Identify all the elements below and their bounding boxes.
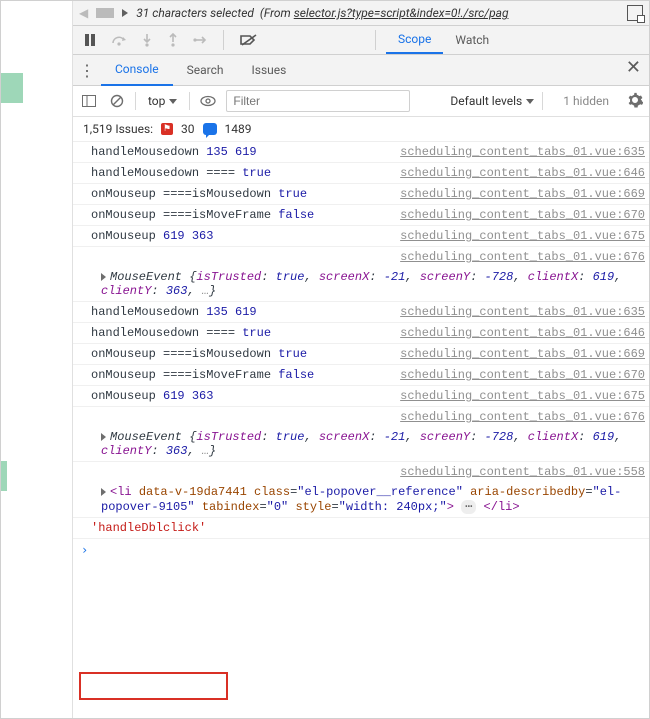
drawer-tabs: ⋮ Console Search Issues ✕ [73, 55, 649, 86]
ellipsis-icon[interactable]: ⋯ [461, 500, 476, 514]
expand-icon[interactable] [101, 488, 106, 496]
filter-input[interactable] [226, 90, 410, 112]
console-row[interactable]: onMouseup ====isMoveFrame falseschedulin… [73, 365, 649, 386]
gutter-highlight [1, 73, 23, 103]
pause-icon[interactable] [83, 33, 97, 47]
live-expression-icon[interactable] [198, 95, 218, 107]
source-link[interactable]: scheduling_content_tabs_01.vue:669 [394, 187, 645, 201]
console-row[interactable]: handleMousedown 135 619scheduling_conten… [73, 142, 649, 163]
chevron-down-icon [526, 99, 534, 104]
console-row[interactable]: MouseEvent {isTrusted: true, screenX: -2… [73, 267, 649, 302]
console-toolbar: top Default levels 1 hidden [73, 86, 649, 117]
deactivate-breakpoints-icon[interactable] [240, 33, 258, 47]
expand-icon[interactable] [101, 433, 106, 441]
tab-console[interactable]: Console [101, 54, 173, 86]
gear-icon[interactable] [627, 92, 643, 111]
gutter-highlight [1, 461, 7, 491]
console-row[interactable]: handleMousedown 135 619scheduling_conten… [73, 302, 649, 323]
panel-layout-icon[interactable] [627, 5, 643, 21]
console-row[interactable]: onMouseup ====isMousedown truescheduling… [73, 344, 649, 365]
source-link[interactable]: scheduling_content_tabs_01.vue:675 [394, 229, 645, 243]
source-link[interactable]: scheduling_content_tabs_01.vue:646 [394, 166, 645, 180]
chevron-right-icon[interactable] [122, 9, 128, 17]
chevron-down-icon [169, 99, 177, 104]
source-link[interactable]: selector.js?type=script&index=0!./src/pa… [294, 6, 509, 20]
console-row[interactable]: onMouseup 619 363scheduling_content_tabs… [73, 226, 649, 247]
chevron-left-icon[interactable]: ◀ [79, 6, 88, 20]
source-link[interactable]: scheduling_content_tabs_01.vue:635 [394, 305, 645, 319]
log-levels-selector[interactable]: Default levels [450, 94, 534, 108]
step-over-icon[interactable] [111, 33, 127, 47]
clear-console-icon[interactable] [107, 94, 127, 108]
source-link[interactable]: scheduling_content_tabs_01.vue:675 [394, 389, 645, 403]
issues-summary[interactable]: 1,519 Issues: ⚑ 30 1489 [73, 117, 649, 142]
source-link[interactable]: scheduling_content_tabs_01.vue:558 [394, 465, 645, 479]
console-row[interactable]: scheduling_content_tabs_01.vue:676 [73, 407, 649, 427]
sources-topbar: ◀ 31 characters selected (From selector.… [73, 1, 649, 26]
console-row[interactable]: onMouseup 619 363scheduling_content_tabs… [73, 386, 649, 407]
source-link[interactable]: scheduling_content_tabs_01.vue:676 [394, 250, 645, 264]
source-link[interactable]: scheduling_content_tabs_01.vue:676 [394, 410, 645, 424]
selection-status: 31 characters selected (From selector.js… [136, 6, 619, 20]
source-link[interactable]: scheduling_content_tabs_01.vue:670 [394, 208, 645, 222]
debugger-toolbar: Scope Watch [73, 26, 649, 55]
hidden-count[interactable]: 1 hidden [563, 94, 609, 108]
source-link[interactable]: scheduling_content_tabs_01.vue:635 [394, 145, 645, 159]
source-link[interactable]: scheduling_content_tabs_01.vue:646 [394, 326, 645, 340]
tab-search[interactable]: Search [173, 55, 238, 85]
console-row[interactable]: scheduling_content_tabs_01.vue:558 [73, 462, 649, 482]
console-row[interactable]: MouseEvent {isTrusted: true, screenX: -2… [73, 427, 649, 462]
sidebar-toggle-icon[interactable] [79, 95, 99, 107]
tab-stub [96, 8, 114, 18]
info-count: 1489 [225, 122, 252, 136]
step-out-icon[interactable] [167, 33, 179, 47]
expand-icon[interactable] [101, 273, 106, 281]
console-row[interactable]: onMouseup ====isMoveFrame falseschedulin… [73, 205, 649, 226]
more-tabs-icon[interactable]: ⋮ [73, 61, 101, 80]
console-row[interactable]: handleMousedown ==== truescheduling_cont… [73, 163, 649, 184]
scope-watch-tabs: Scope Watch [386, 26, 501, 54]
execution-context-selector[interactable]: top [144, 94, 181, 108]
console-messages[interactable]: handleMousedown 135 619scheduling_conten… [73, 142, 649, 718]
console-prompt[interactable]: › [73, 539, 649, 561]
close-drawer-icon[interactable]: ✕ [626, 59, 641, 77]
issues-label: 1,519 Issues: [83, 122, 153, 136]
error-count: 30 [181, 122, 195, 136]
error-flag-icon: ⚑ [161, 123, 173, 135]
step-into-icon[interactable] [141, 33, 153, 47]
source-link[interactable]: scheduling_content_tabs_01.vue:670 [394, 368, 645, 382]
console-row[interactable]: handleMousedown ==== truescheduling_cont… [73, 323, 649, 344]
console-row[interactable]: <li data-v-19da7441 class="el-popover__r… [73, 482, 649, 518]
console-row[interactable]: 'handleDblclick' [73, 518, 649, 539]
editor-gutter-strip [1, 1, 73, 718]
console-row[interactable]: onMouseup ====isMousedown truescheduling… [73, 184, 649, 205]
tab-issues[interactable]: Issues [237, 55, 300, 85]
info-bubble-icon [203, 123, 217, 135]
step-icon[interactable] [193, 33, 207, 47]
tab-watch[interactable]: Watch [443, 26, 501, 54]
source-link[interactable]: scheduling_content_tabs_01.vue:669 [394, 347, 645, 361]
console-row[interactable]: scheduling_content_tabs_01.vue:676 [73, 247, 649, 267]
tab-scope[interactable]: Scope [386, 26, 443, 54]
